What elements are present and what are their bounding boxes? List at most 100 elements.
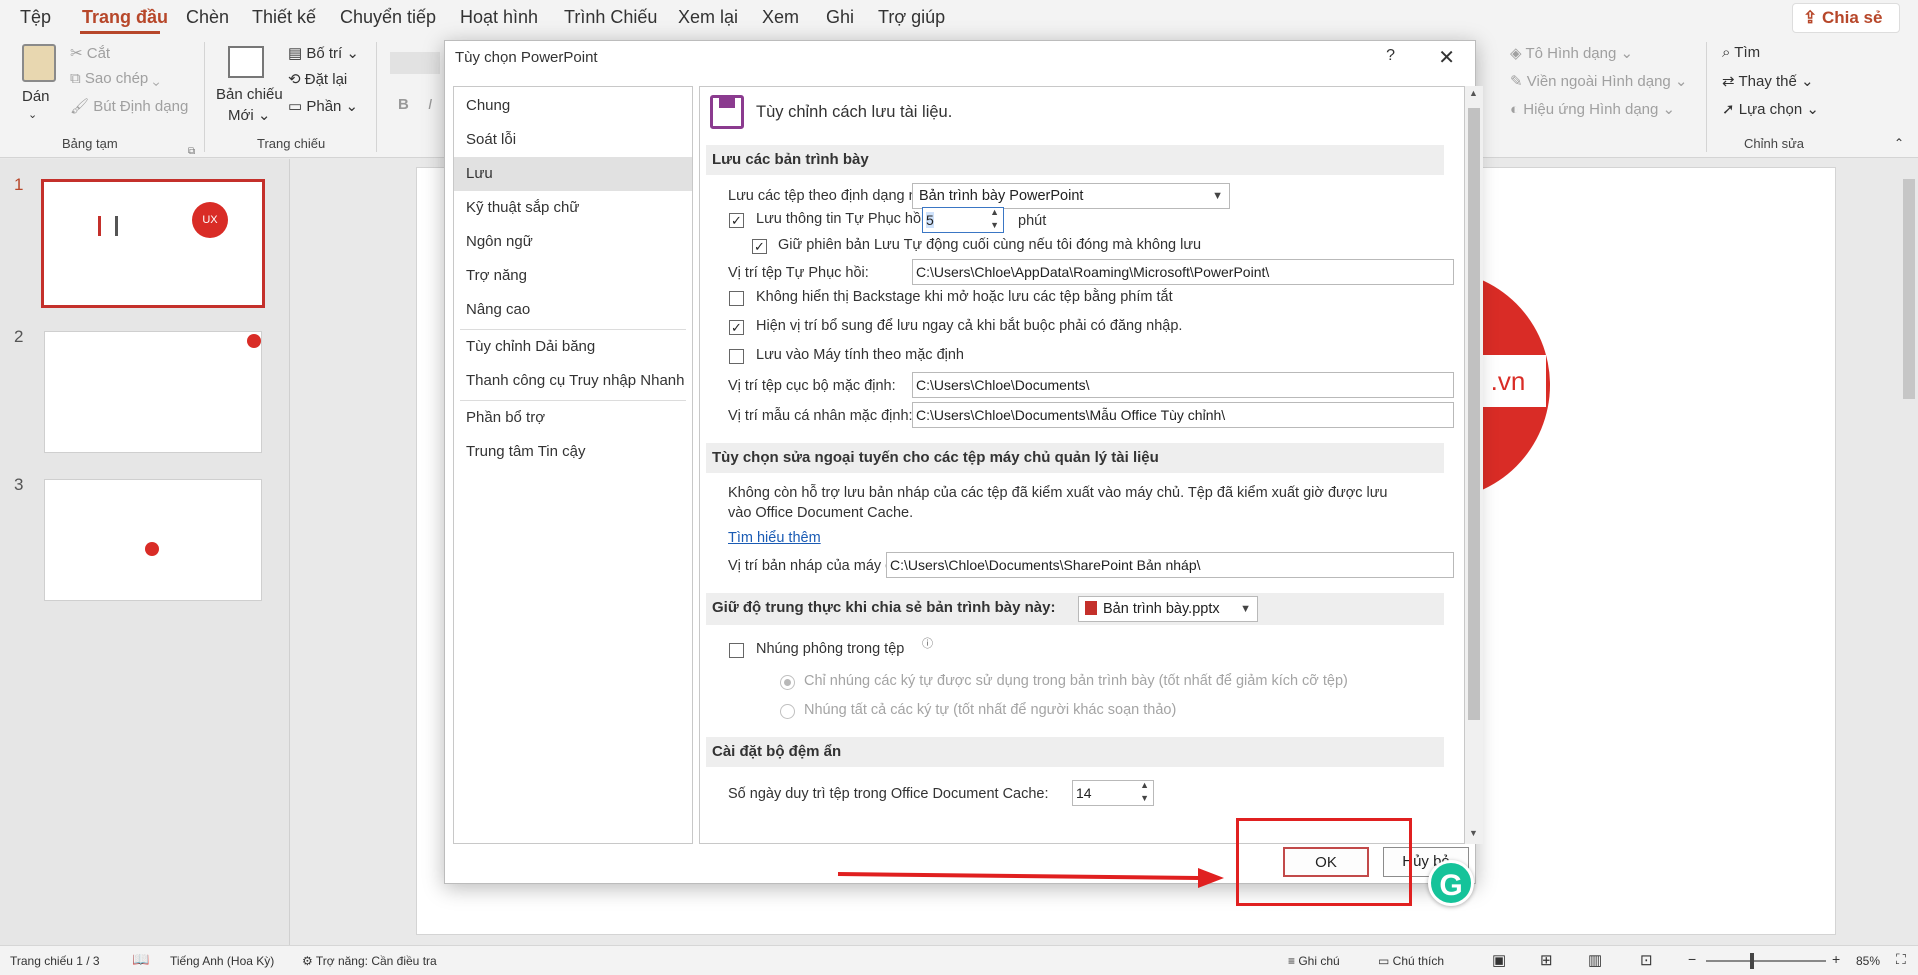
shape-fill-button[interactable]: ◈ Tô Hình dạng ⌄ bbox=[1510, 44, 1633, 62]
embed-fonts-checkbox[interactable] bbox=[729, 643, 744, 658]
tab-transitions[interactable]: Chuyển tiếp bbox=[340, 7, 436, 28]
zoom-in-icon[interactable]: + bbox=[1832, 951, 1840, 967]
group-separator bbox=[1706, 42, 1707, 152]
embed-used-chars-radio[interactable] bbox=[780, 675, 795, 690]
highlight-box bbox=[1236, 818, 1412, 906]
drafts-location-input[interactable]: C:\Users\Chloe\Documents\SharePoint Bản … bbox=[886, 552, 1454, 578]
reading-view-icon[interactable]: ▥ bbox=[1588, 951, 1602, 969]
nav-language[interactable]: Ngôn ngữ bbox=[454, 225, 692, 259]
slideshow-icon[interactable]: ⊡ bbox=[1640, 951, 1653, 969]
tab-home[interactable]: Trang đầu bbox=[82, 7, 168, 28]
copy-button[interactable]: ⧉ Sao chép ⌄ bbox=[70, 70, 160, 87]
comments-button[interactable]: ▭ Chú thích bbox=[1378, 954, 1444, 968]
section-offline-editing: Tùy chọn sửa ngoại tuyến cho các tệp máy… bbox=[706, 443, 1444, 473]
zoom-out-icon[interactable]: − bbox=[1688, 951, 1696, 967]
tab-file[interactable]: Tệp bbox=[20, 7, 51, 28]
no-backstage-checkbox[interactable] bbox=[729, 291, 744, 306]
shape-effects-button[interactable]: ◐ Hiệu ứng Hình dạng ⌄ bbox=[1510, 100, 1675, 118]
find-button[interactable]: ⌕ Tìm bbox=[1722, 44, 1760, 61]
options-scrollbar[interactable]: ▲ ▼ bbox=[1465, 86, 1483, 844]
shape-outline-button[interactable]: ✎ Viền ngoài Hình dạng ⌄ bbox=[1510, 72, 1688, 90]
paste-button[interactable]: Dán bbox=[22, 88, 50, 105]
bold-button[interactable]: B bbox=[398, 96, 409, 113]
slide-thumbnail-1[interactable]: UX bbox=[41, 179, 265, 308]
stepper-arrows-icon[interactable]: ▲ ▼ bbox=[990, 208, 999, 232]
nav-typography[interactable]: Kỹ thuật sắp chữ bbox=[454, 191, 692, 225]
close-button[interactable]: ✕ bbox=[1438, 45, 1455, 70]
accessibility-status[interactable]: ⚙ Trợ năng: Cần điều tra bbox=[302, 954, 437, 968]
layout-button[interactable]: ▤ Bố trí ⌄ bbox=[288, 44, 359, 62]
tab-review[interactable]: Xem lại bbox=[678, 7, 738, 28]
section-button[interactable]: ▭ Phần ⌄ bbox=[288, 97, 358, 115]
help-button[interactable]: ? bbox=[1386, 47, 1395, 65]
canvas-scrollbar[interactable] bbox=[1900, 159, 1918, 945]
nav-advanced[interactable]: Nâng cao bbox=[454, 293, 692, 327]
ux-logo-icon bbox=[145, 542, 159, 556]
spellcheck-icon[interactable]: 📖 bbox=[132, 951, 149, 968]
slide-sorter-icon[interactable]: ⊞ bbox=[1540, 951, 1553, 969]
template-location-input[interactable]: C:\Users\Chloe\Documents\Mẫu Office Tùy … bbox=[912, 402, 1454, 428]
save-format-dropdown[interactable]: Bản trình bày PowerPoint ▼ bbox=[912, 183, 1230, 209]
tab-slideshow[interactable]: Trình Chiếu bbox=[564, 7, 657, 28]
scroll-up-icon[interactable]: ▲ bbox=[1469, 88, 1478, 98]
nav-trust-center[interactable]: Trung tâm Tin cậy bbox=[454, 435, 692, 469]
fidelity-file-dropdown[interactable]: Bản trình bày.pptx ▼ bbox=[1078, 596, 1258, 622]
italic-button[interactable]: I bbox=[428, 96, 432, 113]
learn-more-link[interactable]: Tìm hiểu thêm bbox=[728, 530, 821, 546]
editing-group-label: Chỉnh sửa bbox=[1744, 136, 1805, 151]
embed-all-chars-radio[interactable] bbox=[780, 704, 795, 719]
language-indicator[interactable]: Tiếng Anh (Hoa Kỳ) bbox=[170, 954, 274, 968]
nav-general[interactable]: Chung bbox=[454, 89, 692, 123]
dialog-launcher-icon[interactable]: ⧉ bbox=[188, 146, 195, 157]
scroll-down-icon[interactable]: ▼ bbox=[1469, 828, 1478, 838]
font-name-box[interactable] bbox=[390, 52, 440, 74]
tab-insert[interactable]: Chèn bbox=[186, 7, 229, 28]
notes-button[interactable]: ≡ Ghi chú bbox=[1288, 954, 1340, 968]
autorecover-checkbox[interactable]: ✓ bbox=[729, 213, 744, 228]
slide-thumbnail-3[interactable] bbox=[44, 479, 262, 601]
tab-animations[interactable]: Hoạt hình bbox=[460, 7, 538, 28]
new-slide-button-line1[interactable]: Bản chiếu bbox=[216, 86, 283, 103]
normal-view-icon[interactable]: ▣ bbox=[1492, 951, 1506, 969]
cache-days-stepper[interactable]: 14 ▲ ▼ bbox=[1072, 780, 1154, 806]
autorecover-minutes-stepper[interactable]: 5 ▲ ▼ bbox=[922, 207, 1004, 233]
show-extra-locations-checkbox[interactable]: ✓ bbox=[729, 320, 744, 335]
embed-fonts-label: Nhúng phông trong tệp bbox=[756, 641, 905, 657]
tab-design[interactable]: Thiết kế bbox=[252, 7, 316, 28]
share-button[interactable]: ⇪ Chia sẻ bbox=[1792, 3, 1900, 33]
grammarly-icon[interactable]: G bbox=[1428, 860, 1474, 906]
save-to-computer-checkbox[interactable] bbox=[729, 349, 744, 364]
tab-record[interactable]: Ghi bbox=[826, 7, 854, 28]
keep-last-autosave-checkbox[interactable]: ✓ bbox=[752, 239, 767, 254]
accessibility-icon: ⚙ bbox=[302, 954, 316, 968]
scrollbar-thumb[interactable] bbox=[1468, 108, 1480, 720]
fit-slide-icon[interactable]: ⛶ bbox=[1896, 951, 1906, 968]
zoom-level[interactable]: 85% bbox=[1856, 954, 1880, 968]
template-location-label: Vị trí mẫu cá nhân mặc định: bbox=[728, 408, 913, 424]
stepper-arrows-icon[interactable]: ▲ ▼ bbox=[1140, 781, 1149, 805]
tab-view[interactable]: Xem bbox=[762, 7, 799, 28]
nav-quick-access-toolbar[interactable]: Thanh công cụ Truy nhập Nhanh bbox=[454, 364, 692, 398]
nav-customize-ribbon[interactable]: Tùy chỉnh Dải băng bbox=[454, 330, 692, 364]
zoom-slider-thumb[interactable] bbox=[1750, 953, 1754, 969]
slide-thumbnail-2[interactable] bbox=[44, 331, 262, 453]
tab-help[interactable]: Trợ giúp bbox=[878, 7, 945, 28]
nav-save[interactable]: Lưu bbox=[454, 157, 692, 191]
nav-add-ins[interactable]: Phần bổ trợ bbox=[454, 401, 692, 435]
scrollbar-thumb[interactable] bbox=[1903, 179, 1915, 399]
minutes-unit-label: phút bbox=[1018, 213, 1047, 229]
zoom-slider[interactable] bbox=[1706, 953, 1826, 969]
nav-proofing[interactable]: Soát lỗi bbox=[454, 123, 692, 157]
collapse-ribbon-icon[interactable]: ⌃ bbox=[1894, 136, 1904, 150]
replace-button[interactable]: ⇄ Thay thế ⌄ bbox=[1722, 72, 1814, 90]
select-button[interactable]: ➚ Lựa chọn ⌄ bbox=[1722, 100, 1819, 118]
chevron-down-icon[interactable]: ⌄ bbox=[28, 108, 37, 121]
cut-button[interactable]: ✂ Cắt bbox=[70, 44, 110, 62]
format-painter-button[interactable]: 🖌 Bút Định dạng bbox=[70, 97, 188, 115]
info-icon[interactable]: ⓘ bbox=[922, 635, 933, 651]
reset-button[interactable]: ⟲ Đặt lại bbox=[288, 70, 347, 88]
nav-accessibility[interactable]: Trợ năng bbox=[454, 259, 692, 293]
local-location-input[interactable]: C:\Users\Chloe\Documents\ bbox=[912, 372, 1454, 398]
autorecover-location-input[interactable]: C:\Users\Chloe\AppData\Roaming\Microsoft… bbox=[912, 259, 1454, 285]
new-slide-button-line2[interactable]: Mới ⌄ bbox=[228, 106, 270, 124]
